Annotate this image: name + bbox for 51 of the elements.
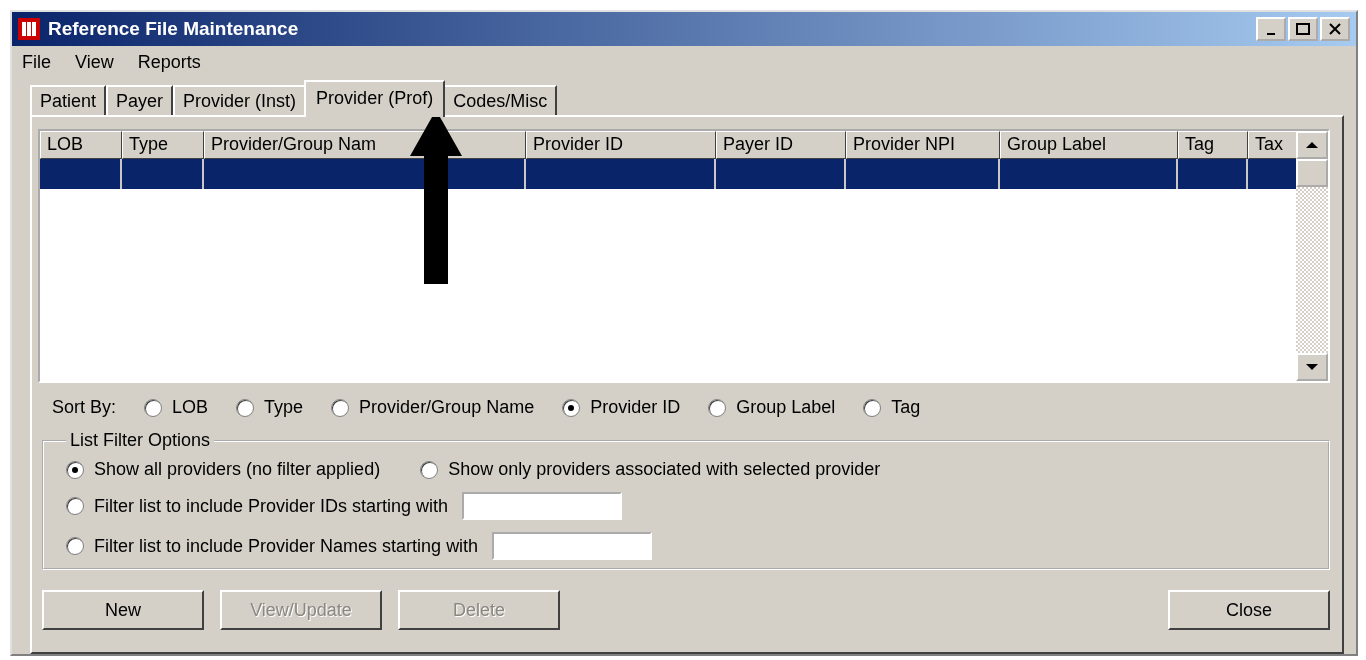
sort-radio[interactable]: Tag [863,397,921,418]
filter-radio[interactable]: Show all providers (no filter applied) [66,459,381,480]
column-header[interactable]: Group Label [1000,131,1178,159]
dialog-button[interactable]: Close [1168,590,1330,630]
menu-item[interactable]: View [75,52,114,73]
filter-radio[interactable]: Filter list to include Provider Names starting with [66,535,479,557]
minimize-icon [1267,33,1275,35]
scroll-down-icon[interactable] [1306,363,1318,371]
app-icon [18,18,40,40]
filter-radio[interactable]: Filter list to include Provider IDs starting with [66,495,449,517]
scrollbar[interactable] [1296,131,1328,381]
column-header[interactable]: Provider ID [526,131,716,159]
radio-circle[interactable] [236,398,255,417]
close-icon [1329,23,1341,35]
scroll-up-icon[interactable] [1306,141,1318,149]
column-header[interactable]: Type [122,131,204,159]
radio-circle[interactable] [144,398,163,417]
column-header[interactable]: Tax [1248,131,1296,159]
dialog-button[interactable]: New [42,590,204,630]
menu-item[interactable]: File [22,52,51,73]
radio-circle[interactable] [66,497,84,515]
menu-item[interactable]: Reports [137,52,201,73]
filter-radio[interactable]: Show only providers associated with selected provider [420,459,881,480]
tab[interactable]: Payer [106,85,174,115]
column-header[interactable]: Payer ID [716,131,846,159]
radio-circle[interactable] [708,398,727,417]
radio-circle[interactable] [863,398,882,417]
column-header[interactable]: Provider NPI [846,131,1000,159]
tab[interactable]: Provider (Inst) [173,85,307,115]
sort-radio[interactable]: LOB [144,397,209,418]
input-field[interactable] [462,492,623,520]
scroll-thumb[interactable] [1296,159,1328,187]
group-title: List Filter Options [69,430,212,451]
maximize-icon [1296,23,1310,35]
sort-radio[interactable]: Group Label [708,397,836,418]
column-header[interactable]: Tag [1178,131,1248,159]
column-header[interactable]: LOB [40,131,122,159]
input-field[interactable] [492,532,653,560]
sort-radio[interactable]: Type [236,397,304,418]
tab[interactable]: Codes/Misc [443,85,558,115]
window-title: Reference File Maintenance [48,18,300,40]
sort-radio[interactable]: Provider ID [562,397,681,418]
tab[interactable]: Patient [30,85,107,115]
sort-radio[interactable]: Provider/Group Name [331,397,535,418]
tab[interactable]: Provider (Prof) [304,80,446,117]
close-button[interactable] [1320,17,1350,41]
radio-circle[interactable] [66,537,84,555]
radio-circle[interactable] [420,460,439,479]
sort-label: Sort By: [52,397,117,418]
maximize-button[interactable] [1288,17,1318,41]
minimize-button[interactable] [1256,17,1286,41]
